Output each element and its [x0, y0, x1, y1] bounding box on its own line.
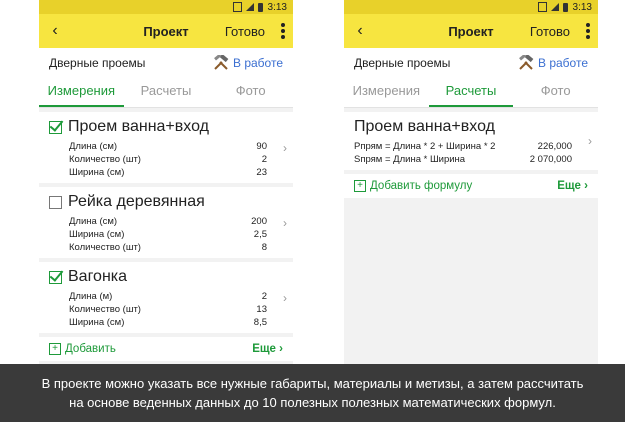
more-label: Еще [557, 180, 581, 192]
measurements-list: Проем ванна+вход Длина (см) 90 Количество… [39, 112, 293, 361]
row-label: Ширина (см) [69, 167, 125, 178]
signal-icon [245, 3, 254, 11]
status-badge[interactable]: В работе [213, 54, 283, 71]
list-item[interactable]: Проем ванна+вход Pпрям = Длина * 2 + Шир… [344, 112, 598, 170]
tab-photo[interactable]: Фото [208, 77, 293, 107]
item-title: Проем ванна+вход [68, 118, 209, 135]
formula-label: Pпрям = Длина * 2 + Ширина * 2 [354, 141, 496, 152]
tools-icon [214, 54, 229, 70]
row-label: Ширина (см) [69, 317, 125, 328]
tab-calculations[interactable]: Расчеты [428, 77, 514, 107]
back-arrow-icon[interactable]: ‹ [348, 22, 372, 40]
chevron-right-icon: › [283, 290, 287, 305]
row-label: Длина (см) [69, 141, 118, 152]
row-value: 2 [261, 154, 267, 165]
project-header: Дверные проемы В работе [39, 48, 293, 77]
app-bar: ‹ Проект Готово [344, 14, 598, 48]
phone-screen-measurements: 3:13 ‹ Проект Готово Дверные проемы В ра… [39, 0, 293, 422]
row-value: 23 [256, 167, 267, 178]
status-icons [537, 2, 568, 12]
status-icons [232, 2, 263, 12]
add-label: Добавить формулу [370, 180, 473, 192]
row-label: Количество (шт) [69, 154, 141, 165]
tab-calculations[interactable]: Расчеты [124, 77, 209, 107]
project-name: Дверные проемы [49, 55, 146, 70]
chevron-right-icon: › [283, 215, 287, 230]
more-link[interactable]: Еще › [252, 343, 283, 355]
item-title: Рейка деревянная [68, 193, 205, 210]
list-item[interactable]: Рейка деревянная Длина (см) 200 Ширина (с… [39, 187, 293, 258]
caption-line-2: на основе веденных данных до 10 полезных… [69, 395, 556, 410]
list-item[interactable]: Проем ванна+вход Длина (см) 90 Количество… [39, 112, 293, 183]
tab-bar: Измерения Расчеты Фото [344, 77, 598, 108]
row-value: 2,5 [253, 229, 267, 240]
formula-value: 2 070,000 [529, 154, 572, 165]
status-time: 3:13 [267, 1, 287, 13]
project-name: Дверные проемы [354, 55, 451, 70]
add-button[interactable]: + Добавить [49, 343, 116, 355]
plus-icon: + [354, 180, 366, 192]
list-item[interactable]: Вагонка Длина (м) 2 Количество (шт) 13 Шир… [39, 262, 293, 333]
row-label: Количество (шт) [69, 242, 141, 253]
row-value: 8,5 [253, 317, 267, 328]
add-label: Добавить [65, 343, 116, 355]
plus-icon: + [49, 343, 61, 355]
caption-banner: В проекте можно указать все нужные габар… [0, 364, 625, 422]
status-label: В работе [232, 55, 283, 70]
list-footer: + Добавить формулу Еще › [344, 174, 598, 198]
calculations-list: Проем ванна+вход Pпрям = Длина * 2 + Шир… [344, 112, 598, 198]
row-value: 90 [256, 141, 267, 152]
phone-screen-calculations: 3:13 ‹ Проект Готово Дверные проемы В ра… [344, 0, 598, 422]
caption-line-1: В проекте можно указать все нужные габар… [41, 376, 584, 391]
status-badge[interactable]: В работе [518, 54, 588, 71]
tools-icon [519, 54, 534, 70]
row-label: Ширина (см) [69, 229, 125, 240]
add-formula-button[interactable]: + Добавить формулу [354, 180, 472, 192]
app-bar: ‹ Проект Готово [39, 14, 293, 48]
status-label: В работе [537, 55, 588, 70]
tab-bar: Измерения Расчеты Фото [39, 77, 293, 108]
item-title: Проем ванна+вход [354, 118, 495, 135]
tab-measurements[interactable]: Измерения [39, 77, 124, 107]
back-arrow-icon[interactable]: ‹ [43, 22, 67, 40]
more-menu-icon[interactable] [586, 23, 590, 39]
signal-icon [550, 3, 559, 11]
item-title: Вагонка [68, 268, 128, 285]
row-value: 13 [256, 304, 267, 315]
tab-photo[interactable]: Фото [513, 77, 598, 107]
more-menu-icon[interactable] [281, 23, 285, 39]
battery-icon [562, 2, 568, 12]
formula-value: 226,000 [537, 141, 572, 152]
list-footer: + Добавить Еще › [39, 337, 293, 361]
tab-measurements[interactable]: Измерения [344, 77, 429, 107]
project-header: Дверные проемы В работе [344, 48, 598, 77]
sim-icon [232, 2, 242, 12]
chevron-right-icon: › [588, 134, 592, 148]
row-label: Длина (см) [69, 216, 118, 227]
sim-icon [537, 2, 547, 12]
row-value: 2 [261, 291, 267, 302]
done-button[interactable]: Готово [225, 24, 265, 39]
checkbox-unchecked[interactable] [49, 195, 62, 209]
row-label: Длина (м) [69, 291, 113, 302]
row-value: 8 [261, 242, 267, 253]
row-value: 200 [251, 216, 267, 227]
more-label: Еще [252, 343, 276, 355]
status-bar: 3:13 [344, 0, 598, 14]
row-label: Количество (шт) [69, 304, 141, 315]
status-bar: 3:13 [39, 0, 293, 14]
checkbox-checked[interactable] [49, 120, 62, 134]
status-time: 3:13 [572, 1, 592, 13]
more-link[interactable]: Еще › [557, 180, 588, 192]
chevron-right-icon: › [283, 140, 287, 155]
formula-label: Sпрям = Длина * Ширина [354, 154, 466, 165]
checkbox-checked[interactable] [49, 270, 62, 284]
battery-icon [257, 2, 263, 12]
done-button[interactable]: Готово [530, 24, 570, 39]
